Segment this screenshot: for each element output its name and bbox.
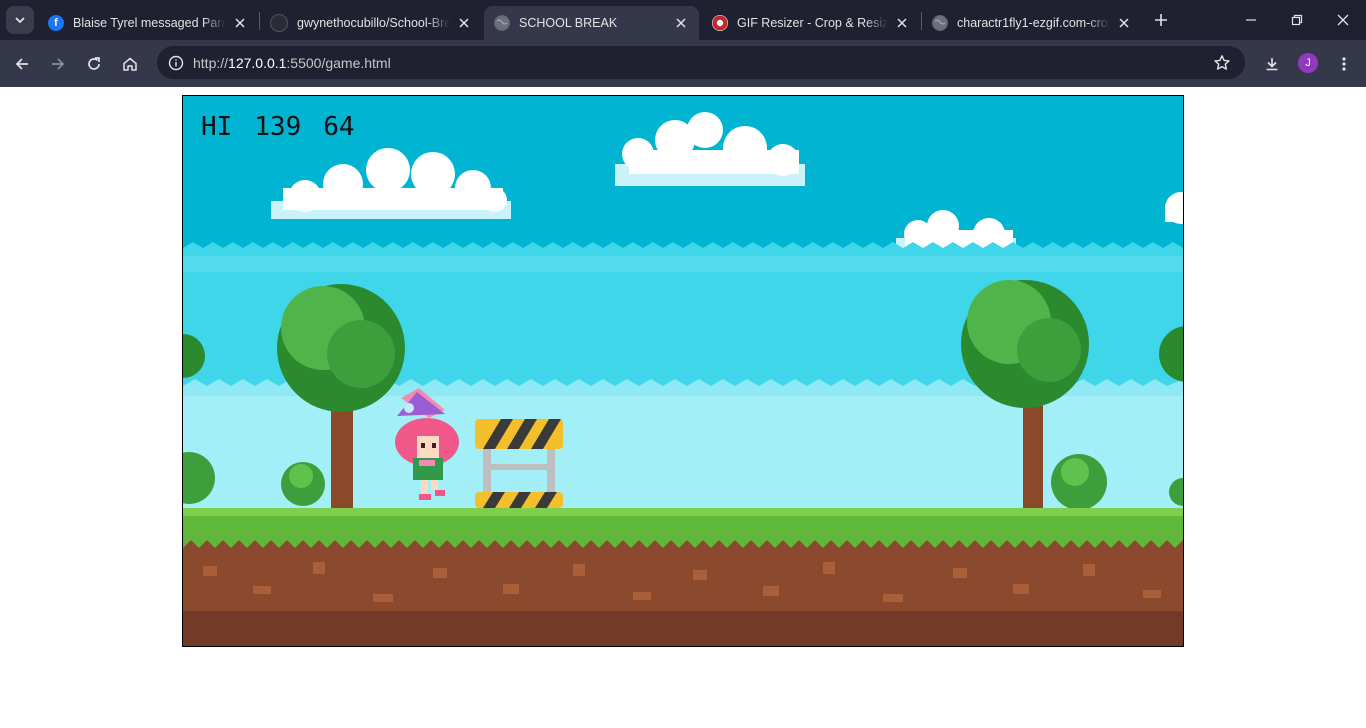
close-tab-icon[interactable] bbox=[673, 15, 689, 31]
minimize-icon bbox=[1246, 19, 1256, 21]
globe-icon bbox=[932, 15, 948, 31]
browser-toolbar: http://127.0.0.1:5500/game.html J bbox=[0, 40, 1366, 87]
address-bar[interactable]: http://127.0.0.1:5500/game.html bbox=[157, 46, 1245, 79]
hi-label: HI bbox=[201, 112, 233, 142]
close-icon bbox=[1337, 14, 1349, 26]
plus-icon bbox=[1155, 14, 1167, 26]
url-text[interactable]: http://127.0.0.1:5500/game.html bbox=[193, 55, 391, 71]
tab-strip: f Blaise Tyrel messaged Paras gwynethocu… bbox=[0, 0, 1366, 40]
high-score: 139 bbox=[254, 112, 302, 142]
arrow-right-icon bbox=[52, 58, 65, 70]
close-tab-icon[interactable] bbox=[232, 15, 248, 31]
new-tab-button[interactable] bbox=[1150, 9, 1172, 31]
game-scene bbox=[183, 96, 1183, 646]
close-tab-icon[interactable] bbox=[1116, 15, 1132, 31]
downloads-button[interactable] bbox=[1257, 49, 1287, 79]
tab-facebook[interactable]: f Blaise Tyrel messaged Paras bbox=[38, 6, 258, 40]
tab-title: GIF Resizer - Crop & Resize bbox=[737, 16, 888, 30]
tab-search-button[interactable] bbox=[6, 6, 34, 34]
more-vertical-icon bbox=[1342, 57, 1346, 71]
tab-charactr1fly1[interactable]: charactr1fly1-ezgif.com-crop bbox=[922, 6, 1142, 40]
close-tab-icon[interactable] bbox=[894, 15, 910, 31]
tab-title: charactr1fly1-ezgif.com-crop bbox=[957, 16, 1110, 30]
facebook-icon: f bbox=[48, 15, 64, 31]
tab-title: gwynethocubillo/School-Bre bbox=[297, 16, 450, 30]
grass-highlight bbox=[183, 508, 1183, 516]
ezgif-icon bbox=[712, 15, 728, 31]
url-path: :5500/game.html bbox=[286, 55, 391, 71]
sky-stripe bbox=[183, 256, 1183, 272]
tab-github[interactable]: gwynethocubillo/School-Bre bbox=[260, 6, 482, 40]
bookmark-button[interactable] bbox=[1211, 52, 1233, 74]
close-tab-icon[interactable] bbox=[456, 15, 472, 31]
tab-title: SCHOOL BREAK bbox=[519, 16, 618, 30]
profile-avatar[interactable]: J bbox=[1298, 53, 1318, 73]
dirt-bottom bbox=[183, 611, 1183, 646]
tab-school-break[interactable]: SCHOOL BREAK bbox=[484, 6, 699, 40]
minimize-button[interactable] bbox=[1228, 0, 1274, 40]
restore-icon bbox=[1291, 14, 1303, 26]
site-info-button[interactable] bbox=[163, 50, 188, 75]
download-icon bbox=[1266, 58, 1278, 71]
tab-title: Blaise Tyrel messaged Paras bbox=[73, 16, 226, 30]
reload-icon bbox=[88, 57, 100, 70]
info-icon bbox=[168, 55, 183, 70]
arrow-left-icon bbox=[15, 58, 28, 70]
back-button[interactable] bbox=[7, 49, 37, 79]
home-button[interactable] bbox=[115, 49, 145, 79]
game-canvas[interactable]: HI 139 64 bbox=[182, 95, 1184, 647]
github-icon bbox=[270, 14, 288, 32]
star-icon bbox=[1214, 55, 1230, 70]
close-window-button[interactable] bbox=[1320, 0, 1366, 40]
url-scheme: http:// bbox=[193, 55, 229, 71]
forward-button[interactable] bbox=[43, 49, 73, 79]
reload-button[interactable] bbox=[79, 49, 109, 79]
globe-icon bbox=[494, 15, 510, 31]
tab-gif-resizer[interactable]: GIF Resizer - Crop & Resize bbox=[702, 6, 920, 40]
menu-button[interactable] bbox=[1329, 49, 1359, 79]
url-host: 127.0.0.1 bbox=[228, 55, 287, 71]
chevron-down-icon bbox=[15, 17, 25, 24]
restore-button[interactable] bbox=[1274, 0, 1320, 40]
home-icon bbox=[123, 57, 137, 71]
current-score: 64 bbox=[323, 112, 355, 142]
score-hud: HI 139 64 bbox=[201, 112, 377, 142]
